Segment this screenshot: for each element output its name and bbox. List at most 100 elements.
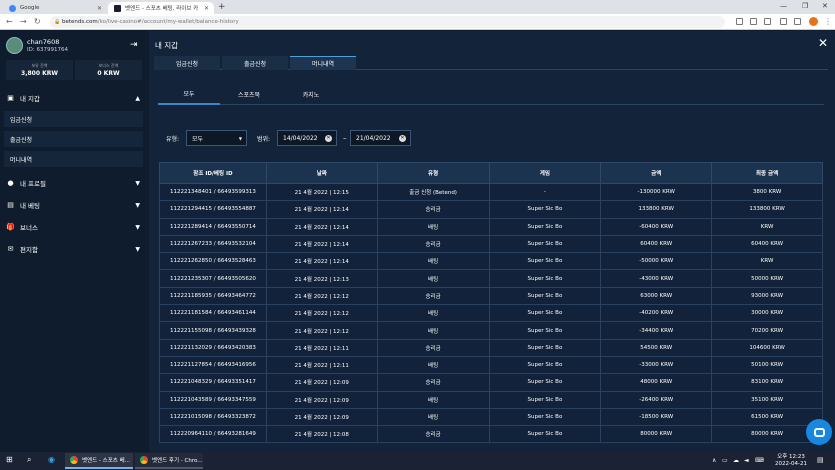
close-window-icon[interactable]: ✕ bbox=[822, 2, 828, 10]
subtab-casino[interactable]: 카지노 bbox=[280, 84, 342, 105]
table-cell: -34400 KRW bbox=[600, 321, 713, 340]
sidebar-item-profile[interactable]: ● 내 프로필 ▼ bbox=[0, 174, 149, 192]
table-cell: 80000 KRW bbox=[600, 425, 713, 444]
keyboard-icon[interactable]: ⌨ bbox=[755, 457, 764, 464]
sidepanel-icon[interactable] bbox=[794, 18, 801, 25]
betend-favicon-icon bbox=[114, 4, 121, 12]
taskbar-clock[interactable]: 오후 12:23 2022-04-21 bbox=[775, 454, 807, 468]
sidebar-item-label: 내 프로필 bbox=[20, 180, 46, 188]
browser-tab-google[interactable]: Google ✕ bbox=[3, 2, 107, 14]
reload-icon[interactable]: ↻ bbox=[34, 17, 41, 26]
table-cell: 21 4월 2022 | 12:14 bbox=[265, 217, 378, 236]
search-icon[interactable]: ⌕ bbox=[27, 455, 31, 465]
star-icon[interactable] bbox=[764, 18, 771, 25]
tab-withdraw[interactable]: 출금신청 bbox=[222, 56, 288, 70]
sidebar-item-betting[interactable]: ▤ 내 베팅 ▼ bbox=[0, 196, 149, 214]
forward-icon[interactable]: → bbox=[20, 17, 27, 26]
date-from-value: 14/04/2022 bbox=[283, 134, 318, 142]
minimize-icon[interactable]: — bbox=[780, 2, 787, 10]
range-filter-label: 범위: bbox=[257, 136, 271, 143]
taskbar-app-label: 벳엔드 후기 - Chro... bbox=[152, 458, 203, 464]
table-cell: -33000 KRW bbox=[600, 355, 713, 375]
table-cell: 출금 신청 (Betend) bbox=[376, 182, 490, 202]
clear-date-icon[interactable]: ✕ bbox=[399, 134, 406, 142]
new-tab-icon[interactable]: + bbox=[218, 2, 226, 12]
tab-title: 벳엔드 - 스포츠 베팅, 라이브 카 bbox=[125, 6, 199, 12]
table-cell: 133800 KRW bbox=[600, 200, 713, 219]
windows-start-icon[interactable]: ⊞ bbox=[6, 455, 13, 464]
notification-icon[interactable]: ▤ bbox=[817, 456, 824, 464]
taskbar-app-chrome-1[interactable]: 벳엔드 - 스포츠 베... bbox=[65, 453, 133, 469]
table-cell: 승리금 bbox=[376, 200, 490, 219]
profile-avatar-icon[interactable] bbox=[809, 17, 818, 26]
maximize-icon[interactable]: ❐ bbox=[802, 2, 808, 10]
back-icon[interactable]: ← bbox=[6, 17, 13, 26]
sidebar-item-mailbox[interactable]: ✉ 편지함 ▼ bbox=[0, 240, 149, 258]
sidebar-item-bonus[interactable]: 🎁 보너스 ▼ bbox=[0, 218, 149, 236]
chevron-down-icon: ▼ bbox=[135, 223, 140, 231]
table-cell: -130000 KRW bbox=[600, 182, 713, 202]
chevron-down-icon: ▼ bbox=[135, 245, 140, 253]
close-icon[interactable]: ✕ bbox=[818, 36, 828, 50]
menu-dots-icon[interactable]: ⋮ bbox=[824, 17, 832, 26]
date-to-input[interactable]: 21/04/2022 ✕ bbox=[350, 130, 411, 146]
extensions-icon[interactable] bbox=[780, 18, 787, 25]
sidebar-item-deposit[interactable]: 입금신청 bbox=[4, 111, 143, 127]
table-cell: Super Sic Bo bbox=[488, 200, 602, 219]
sidebar-item-label: 편지함 bbox=[20, 246, 38, 254]
live-chat-button[interactable] bbox=[806, 419, 832, 445]
taskbar-app-label: 벳엔드 - 스포츠 베... bbox=[82, 458, 130, 464]
address-bar[interactable]: 🔒 betends.com/ko/live-casino#/account/my… bbox=[50, 16, 725, 28]
table-cell: 21 4월 2022 | 12:08 bbox=[265, 425, 378, 444]
table-cell: 승리금 bbox=[376, 234, 490, 254]
subtab-all[interactable]: 모두 bbox=[158, 84, 220, 105]
balance-label: 보유 잔액 bbox=[31, 63, 48, 68]
table-cell: 21 4월 2022 | 12:14 bbox=[265, 200, 378, 219]
balance-box-main: 보유 잔액 3,800 KRW bbox=[6, 60, 73, 80]
sidebar-item-withdraw[interactable]: 출금신청 bbox=[4, 131, 143, 147]
column-header: 금액 bbox=[600, 162, 713, 184]
volume-icon[interactable]: ◄ bbox=[744, 457, 749, 464]
tray-chevron-icon[interactable]: ∧ bbox=[712, 457, 716, 464]
edge-icon[interactable]: ◉ bbox=[48, 455, 55, 464]
type-filter-label: 유형: bbox=[166, 136, 180, 143]
close-tab-icon[interactable]: ✕ bbox=[97, 5, 102, 12]
sidebar-item-wallet[interactable]: ▣ 내 지갑 ▲ bbox=[0, 89, 149, 107]
tab-history[interactable]: 머니내역 bbox=[290, 56, 356, 70]
clear-date-icon[interactable]: ✕ bbox=[325, 134, 332, 142]
subtab-sportsbook[interactable]: 스포츠북 bbox=[218, 84, 280, 105]
table-cell: Super Sic Bo bbox=[488, 373, 602, 392]
sidebar: chan7608 ID: 637991764 ⇥ 보유 잔액 3,800 KRW… bbox=[0, 31, 149, 452]
share-icon[interactable] bbox=[750, 18, 757, 25]
key-icon[interactable] bbox=[736, 18, 743, 25]
column-header: 날짜 bbox=[265, 162, 378, 184]
sidebar-item-label: 내 지갑 bbox=[20, 95, 41, 103]
table-cell: 50000 KRW bbox=[711, 269, 823, 288]
browser-tab-betend[interactable]: 벳엔드 - 스포츠 베팅, 라이브 카 ✕ bbox=[108, 2, 214, 14]
table-cell: 112220964110 / 66493281649 bbox=[159, 425, 267, 444]
type-select[interactable]: 모두 ▼ bbox=[186, 130, 247, 146]
table-cell: 50100 KRW bbox=[711, 355, 823, 375]
sidebar-item-history[interactable]: 머니내역 bbox=[4, 151, 143, 167]
wallet-tabs: 입금신청 출금신청 머니내역 bbox=[154, 56, 828, 70]
table-row: 112221262850 / 66493528463 21 4월 2022 | 1… bbox=[159, 252, 823, 271]
logout-icon[interactable]: ⇥ bbox=[130, 40, 138, 50]
network-icon[interactable]: ▭ bbox=[722, 457, 728, 464]
table-cell: Super Sic Bo bbox=[488, 234, 602, 254]
google-favicon-icon bbox=[9, 4, 16, 12]
table-row: 112221043589 / 66493347559 21 4월 2022 | 1… bbox=[159, 390, 823, 409]
date-range-dash: – bbox=[343, 134, 347, 142]
cloud-icon[interactable]: ☁ bbox=[733, 457, 739, 464]
page-title: 내 지갑 bbox=[155, 41, 179, 50]
tab-deposit[interactable]: 입금신청 bbox=[154, 56, 220, 70]
taskbar-app-chrome-2[interactable]: 벳엔드 후기 - Chro... bbox=[135, 453, 203, 469]
url-path: /ko/live-casino#/account/my-wallet/balan… bbox=[97, 19, 239, 25]
close-tab-icon[interactable]: ✕ bbox=[204, 5, 209, 12]
date-from-input[interactable]: 14/04/2022 ✕ bbox=[277, 130, 337, 146]
table-cell: Super Sic Bo bbox=[488, 355, 602, 375]
table-cell: 112221294415 / 66493554887 bbox=[159, 200, 267, 219]
balance-value: 3,800 KRW bbox=[21, 70, 58, 77]
chat-icon bbox=[813, 427, 825, 437]
table-cell: 112221015098 / 66493323872 bbox=[159, 407, 267, 427]
table-cell: Super Sic Bo bbox=[488, 425, 602, 444]
